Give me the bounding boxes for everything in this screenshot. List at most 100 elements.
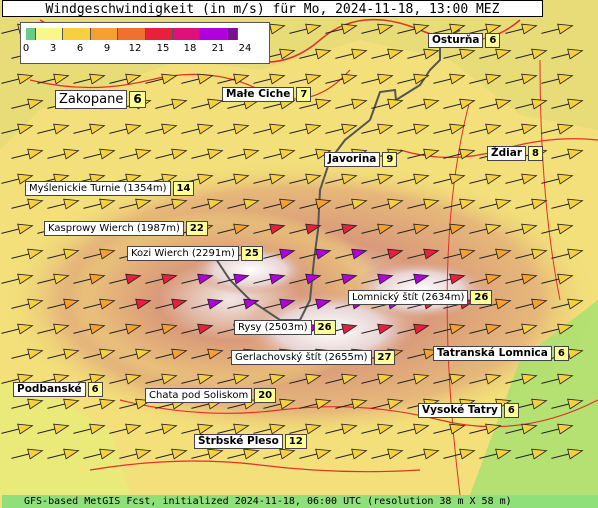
- wind-arrow: [217, 73, 250, 85]
- wind-arrow: [505, 273, 538, 285]
- wind-arrow: [263, 248, 296, 260]
- wind-arrow: [407, 148, 440, 160]
- wind-arrow: [155, 298, 188, 310]
- wind-arrow: [145, 323, 178, 335]
- wind-arrow: [325, 223, 358, 235]
- wind-arrow: [325, 373, 358, 385]
- wind-arrow: [335, 198, 368, 210]
- wind-arrow: [407, 48, 440, 60]
- wind-arrow: [299, 298, 332, 310]
- place-name: Javorina: [324, 152, 381, 167]
- wind-arrow: [433, 123, 466, 135]
- wind-arrow: [145, 373, 178, 385]
- wind-arrow: [1, 123, 34, 135]
- wind-arrow: [1, 273, 34, 285]
- wind-arrow: [119, 348, 152, 360]
- wind-arrow: [191, 98, 224, 110]
- place-label-male-ciche: Małe Ciche 7: [222, 87, 312, 102]
- wind-arrow: [505, 423, 538, 435]
- wind-arrow: [433, 273, 466, 285]
- legend-swatch: [26, 28, 36, 40]
- place-wind-value: 8: [528, 146, 543, 161]
- wind-arrow: [541, 173, 574, 185]
- wind-arrow: [299, 198, 332, 210]
- wind-arrow: [397, 323, 430, 335]
- place-label-podbanske: Podbanské 6: [13, 382, 103, 397]
- wind-arrow: [119, 148, 152, 160]
- wind-arrow: [371, 248, 404, 260]
- place-label-myslenickie-turnie: Myślenickie Turnie (1354m) 14: [25, 181, 195, 196]
- wind-arrow: [11, 448, 44, 460]
- wind-arrow: [371, 198, 404, 210]
- wind-arrow: [407, 98, 440, 110]
- wind-arrow: [361, 373, 394, 385]
- place-wind-value: 26: [470, 290, 493, 305]
- wind-arrow: [397, 373, 430, 385]
- wind-arrow: [479, 198, 512, 210]
- wind-arrow: [227, 148, 260, 160]
- legend-tick: 0: [22, 43, 30, 54]
- wind-arrow: [551, 48, 584, 60]
- wind-arrow: [11, 248, 44, 260]
- wind-arrow: [145, 273, 178, 285]
- wind-arrow: [551, 248, 584, 260]
- wind-arrow: [325, 73, 358, 85]
- wind-arrow: [397, 173, 430, 185]
- wind-arrow: [443, 198, 476, 210]
- wind-arrow: [83, 448, 116, 460]
- wind-arrow: [541, 223, 574, 235]
- legend-swatch: [90, 28, 119, 40]
- model-info-footer: GFS-based MetGIS Fcst, initialized 2024-…: [2, 495, 598, 508]
- place-label-vysoke-tatry: Vysoké Tatry 6: [418, 403, 519, 418]
- wind-arrow: [253, 73, 286, 85]
- wind-arrow: [109, 323, 142, 335]
- wind-arrow: [83, 248, 116, 260]
- wind-arrow: [47, 248, 80, 260]
- wind-arrow: [397, 23, 430, 35]
- place-name: Kasprowy Wierch (1987m): [44, 221, 184, 236]
- wind-arrow: [299, 248, 332, 260]
- wind-arrow: [289, 123, 322, 135]
- wind-arrow: [119, 298, 152, 310]
- wind-arrow: [361, 123, 394, 135]
- place-name: Rysy (2503m): [234, 320, 312, 335]
- legend-tick: 24: [238, 43, 252, 54]
- place-name: Štrbské Pleso: [194, 434, 283, 449]
- place-name: Kozi Wierch (2291m): [127, 246, 239, 261]
- wind-arrow: [397, 73, 430, 85]
- place-name: Podbanské: [13, 382, 86, 397]
- wind-arrow: [371, 448, 404, 460]
- wind-arrow: [47, 298, 80, 310]
- wind-arrow: [443, 248, 476, 260]
- wind-arrow: [469, 223, 502, 235]
- wind-arrow: [37, 123, 70, 135]
- wind-arrow: [515, 398, 548, 410]
- legend-tick: 3: [49, 43, 57, 54]
- wind-arrow: [469, 373, 502, 385]
- legend-tick: 15: [156, 43, 170, 54]
- wind-arrow: [83, 148, 116, 160]
- wind-arrow: [83, 298, 116, 310]
- place-wind-value: 9: [382, 152, 398, 167]
- place-label-lomnicky-stit: Lomnický štít (2634m) 26: [348, 290, 493, 305]
- wind-speed-legend: 0 3 6 9 12 15 18 21 24: [20, 22, 270, 64]
- wind-arrow: [433, 73, 466, 85]
- wind-arrow: [289, 223, 322, 235]
- wind-arrow: [11, 148, 44, 160]
- wind-arrow: [83, 198, 116, 210]
- wind-arrow: [515, 248, 548, 260]
- wind-arrow: [361, 23, 394, 35]
- place-wind-value: 20: [254, 388, 277, 403]
- wind-arrow: [407, 198, 440, 210]
- wind-arrow: [217, 373, 250, 385]
- wind-arrow: [541, 123, 574, 135]
- wind-arrow: [443, 98, 476, 110]
- wind-arrow: [433, 373, 466, 385]
- wind-arrow: [505, 123, 538, 135]
- wind-arrow: [181, 373, 214, 385]
- place-name: Tatranská Lomnica: [433, 346, 552, 361]
- wind-arrow: [443, 448, 476, 460]
- wind-arrow: [73, 323, 106, 335]
- place-label-tatranska-lomnica: Tatranská Lomnica 6: [433, 346, 569, 361]
- wind-arrow: [253, 373, 286, 385]
